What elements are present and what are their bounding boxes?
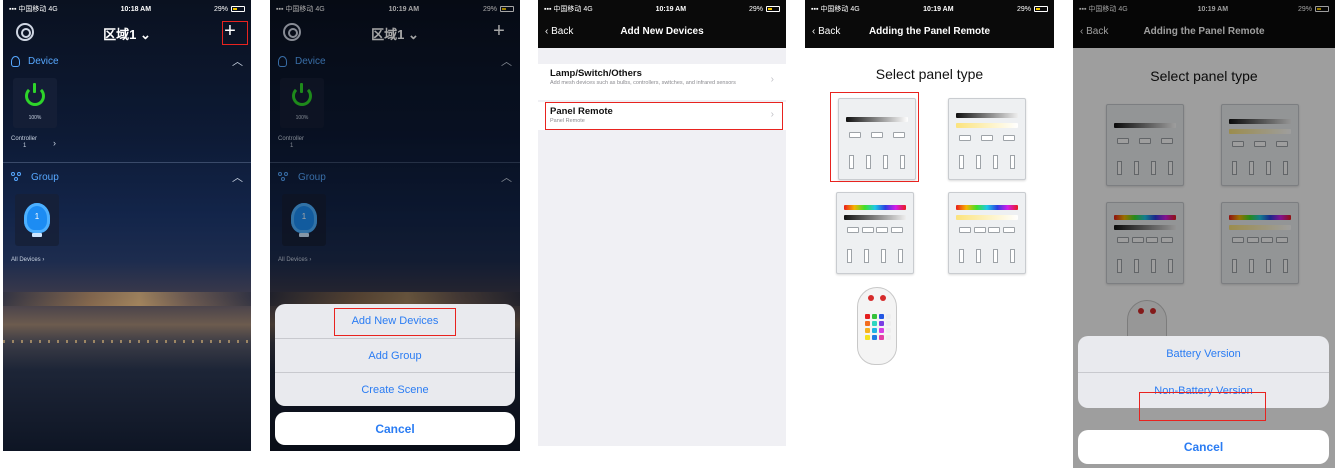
chevron-up-icon: ︿: [232, 172, 243, 184]
signal-icon: ▪▪▪: [9, 6, 19, 13]
status-time: 10:18 AM: [120, 5, 152, 13]
all-devices-label[interactable]: All Devices ›: [11, 257, 44, 264]
list-item-title: Lamp/Switch/Others: [550, 68, 642, 79]
carrier-info: ▪▪▪ 中国移动 4G: [811, 6, 860, 13]
highlight-box: [545, 102, 783, 130]
region-title[interactable]: 区域1 ⌄: [103, 24, 151, 43]
status-bar: ▪▪▪ 中国移动 4G 10:19 AM 29%: [805, 0, 1054, 18]
page-title: Add New Devices: [620, 26, 704, 37]
page-title: Adding the Panel Remote: [868, 26, 991, 37]
group-icon: [11, 172, 23, 182]
battery-icon: [231, 5, 245, 12]
bulb-icon: 1: [24, 203, 50, 237]
screen-add-devices: ▪▪▪ 中国移动 4G 10:19 AM 29% ‹ Back Add New …: [538, 0, 786, 446]
device-section-label: Device: [28, 55, 59, 67]
bulb-icon: [11, 55, 20, 67]
remote-option[interactable]: [857, 287, 897, 365]
status-time: 10:19 AM: [923, 5, 954, 13]
list-item-lamp-switch[interactable]: Lamp/Switch/Others Add mesh devices such…: [538, 64, 786, 100]
group-section-label: Group: [31, 171, 59, 183]
chevron-right-icon[interactable]: ›: [53, 139, 56, 148]
panel-option-rgb[interactable]: [836, 192, 914, 274]
status-time: 10:19 AM: [655, 5, 687, 13]
panel-option-cct[interactable]: [948, 98, 1026, 180]
battery-icon: [766, 5, 780, 12]
battery-info: 29%: [1017, 6, 1048, 13]
highlight-box: [830, 92, 919, 182]
group-tile[interactable]: 1: [15, 194, 59, 246]
status-bar: ▪▪▪ 中国移动 4G 10:19 AM 29%: [538, 0, 786, 18]
panel-option-rgbw[interactable]: [948, 192, 1026, 274]
battery-icon: [1034, 5, 1048, 12]
carrier-info: ▪▪▪ 中国移动 4G: [9, 6, 58, 13]
screen-version-select: ▪▪▪ 中国移动 4G 10:19 AM 29% ‹ Back Adding t…: [1073, 0, 1335, 468]
add-group-button[interactable]: Add Group: [275, 338, 515, 372]
nav-bar: 区域1 ⌄ +: [3, 18, 251, 48]
highlight-box: [222, 21, 248, 45]
device-tile[interactable]: 100%: [13, 78, 57, 128]
carrier-info: ▪▪▪ 中国移动 4G: [544, 6, 593, 13]
device-section-header[interactable]: Device ︿: [3, 50, 251, 72]
battery-info: 29%: [214, 6, 245, 13]
battery-version-button[interactable]: Battery Version: [1078, 336, 1329, 372]
signal-icon: ▪▪▪: [811, 6, 821, 13]
controller-label[interactable]: Controller 1: [11, 136, 37, 150]
status-bar: ▪▪▪ 中国移动 4G 10:18 AM 29%: [3, 0, 251, 18]
power-icon[interactable]: [25, 83, 45, 106]
screen-home-actions: ▪▪▪ 中国移动 4G 10:19 AM 29% 区域1 ⌄ + Device …: [270, 0, 520, 451]
battery-info: 29%: [749, 6, 780, 13]
chevron-right-icon: ›: [42, 257, 45, 263]
section-divider: [3, 162, 251, 163]
device-percent: 100%: [28, 115, 42, 121]
create-scene-button[interactable]: Create Scene: [275, 372, 515, 406]
section-heading: Select panel type: [875, 66, 984, 82]
horizon-glow: [3, 292, 251, 306]
highlight-box: [334, 308, 456, 336]
cancel-button[interactable]: Cancel: [1078, 430, 1329, 464]
city-lights: [3, 340, 251, 343]
chevron-right-icon: ›: [770, 74, 774, 85]
chevron-down-icon: ⌄: [139, 26, 151, 42]
list-item-desc: Add mesh devices such as bulbs, controll…: [550, 80, 736, 86]
gear-icon[interactable]: [16, 23, 34, 41]
highlight-box: [1139, 392, 1266, 421]
screen-panel-type: ▪▪▪ 中国移动 4G 10:19 AM 29% ‹ Back Adding t…: [805, 0, 1054, 446]
group-section-header[interactable]: Group ︿: [3, 166, 251, 188]
screen-home: ▪▪▪ 中国移动 4G 10:18 AM 29% 区域1 ⌄ + Device …: [3, 0, 251, 451]
cancel-button[interactable]: Cancel: [275, 412, 515, 445]
chevron-up-icon: ︿: [232, 56, 243, 68]
signal-icon: ▪▪▪: [544, 6, 554, 13]
